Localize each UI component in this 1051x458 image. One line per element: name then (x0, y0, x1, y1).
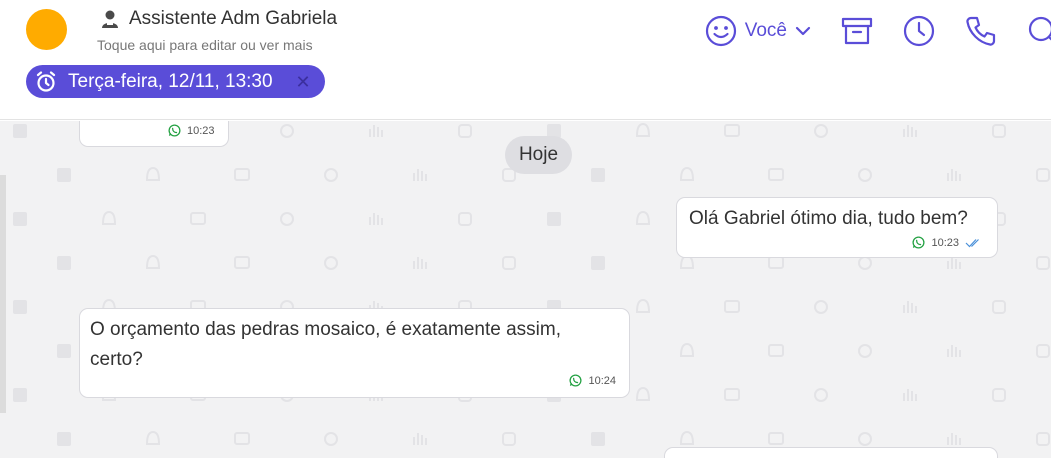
schedule-button[interactable] (903, 15, 935, 47)
message-time: 10:23 (931, 236, 959, 249)
message-time: 10:23 (187, 124, 215, 137)
alarm-clock-icon (36, 70, 56, 92)
contact-name: Assistente Adm Gabriela (129, 8, 338, 29)
header-actions: Você (705, 10, 1051, 52)
chat-area[interactable]: 10:23 Hoje Olá Gabriel ótimo dia, tudo b… (0, 121, 1051, 458)
call-button[interactable] (965, 15, 997, 47)
chevron-down-icon (795, 26, 811, 36)
message-text: Olá Gabriel ótimo dia, tudo bem? (689, 208, 968, 229)
message-meta: 10:24 (569, 374, 616, 387)
search-button[interactable] (1027, 15, 1051, 47)
phone-icon (966, 16, 996, 46)
agent-selector[interactable]: Você (705, 15, 811, 47)
clock-icon (903, 15, 935, 47)
message-bubble-incoming[interactable]: O orçamento das pedras mosaico, é exatam… (79, 308, 630, 398)
chat-header: Assistente Adm Gabriela Toque aqui para … (0, 0, 1051, 120)
person-icon (102, 10, 118, 28)
message-bubble-outgoing[interactable] (664, 447, 998, 458)
day-separator: Hoje (505, 136, 572, 174)
scrollbar[interactable] (0, 175, 6, 413)
smiley-icon (705, 15, 736, 47)
whatsapp-icon (912, 236, 926, 249)
message-bubble-outgoing[interactable]: Olá Gabriel ótimo dia, tudo bem? 10:23 (676, 197, 998, 258)
avatar[interactable] (26, 9, 67, 50)
contact-info[interactable]: Assistente Adm Gabriela Toque aqui para … (97, 8, 337, 53)
agent-label: Você (744, 20, 787, 41)
contact-subtitle: Toque aqui para editar ou ver mais (97, 37, 313, 53)
whatsapp-icon (168, 124, 181, 137)
message-meta: 10:23 (168, 124, 215, 137)
contact-name-row[interactable]: Assistente Adm Gabriela (101, 8, 337, 30)
archive-icon (841, 17, 873, 45)
message-time: 10:24 (588, 374, 616, 387)
message-meta: 10:23 (912, 236, 983, 249)
close-icon[interactable]: ✕ (296, 73, 311, 91)
schedule-label: Terça-feira, 12/11, 13:30 (68, 70, 273, 92)
search-icon (1028, 16, 1051, 42)
scheduled-message-pill[interactable]: Terça-feira, 12/11, 13:30 ✕ (26, 65, 325, 98)
archive-button[interactable] (841, 16, 873, 46)
message-text: O orçamento das pedras mosaico, é exatam… (90, 319, 562, 370)
message-bubble-incoming[interactable]: 10:23 (79, 121, 229, 147)
double-check-icon (965, 238, 979, 247)
whatsapp-icon (569, 374, 583, 387)
